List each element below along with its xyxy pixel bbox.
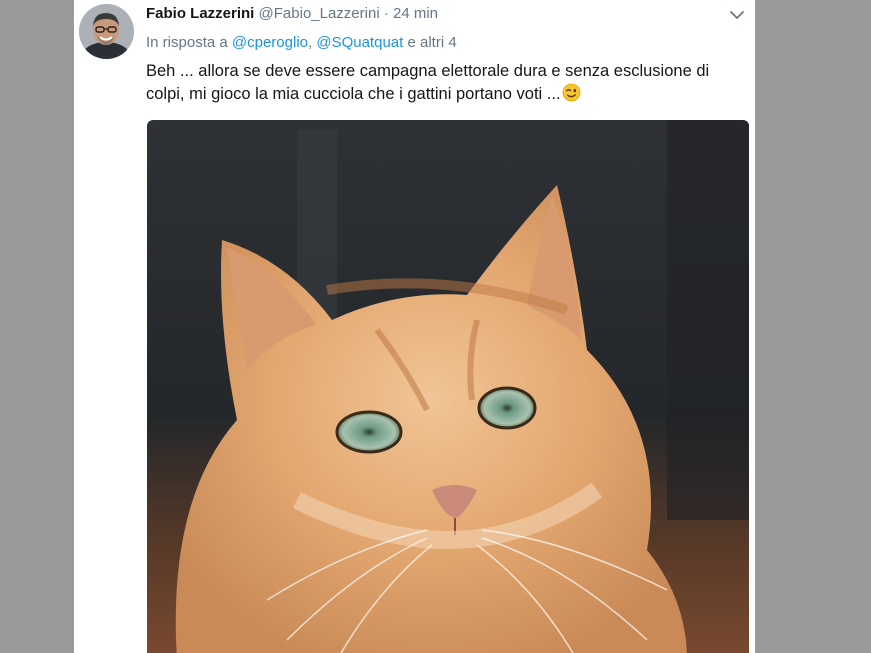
tweet-card: Fabio Lazzerini @Fabio_Lazzerini · 24 mi… xyxy=(74,0,755,653)
mention-link-cperoglio[interactable]: @cperoglio xyxy=(232,34,308,51)
winking-face-icon xyxy=(562,83,581,109)
reply-prefix: In risposta a xyxy=(146,34,228,51)
tweet-text-line-2: colpi, mi gioco la mia cucciola che i ga… xyxy=(146,85,561,103)
avatar[interactable] xyxy=(79,4,134,59)
reply-others[interactable]: e altri 4 xyxy=(407,34,456,51)
tweet-header: Fabio Lazzerini @Fabio_Lazzerini · 24 mi… xyxy=(146,5,438,23)
author-name[interactable]: Fabio Lazzerini xyxy=(146,5,254,22)
tweet-photo[interactable] xyxy=(147,120,749,653)
chevron-down-icon[interactable] xyxy=(729,8,745,22)
tweet-timestamp[interactable]: 24 min xyxy=(393,5,438,22)
mention-link-squatquat[interactable]: @SQuatquat xyxy=(316,34,403,51)
tweet-text-line-2-wrap: colpi, mi gioco la mia cucciola che i ga… xyxy=(146,83,736,109)
reply-comma: , xyxy=(308,34,313,51)
author-handle[interactable]: @Fabio_Lazzerini xyxy=(259,5,380,22)
separator-dot: · xyxy=(383,5,389,22)
reply-context: In risposta a @cperoglio, @SQuatquat e a… xyxy=(146,34,457,52)
tweet-text-line-1: Beh ... allora se deve essere campagna e… xyxy=(146,62,710,80)
tweet-text: Beh ... allora se deve essere campagna e… xyxy=(146,60,736,109)
